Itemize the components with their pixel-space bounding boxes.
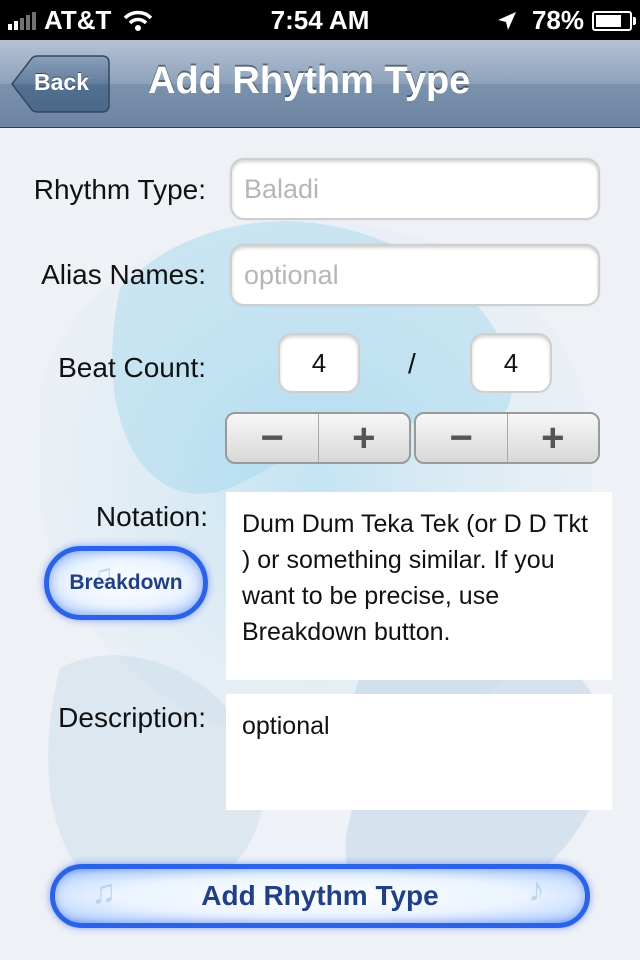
description-textarea[interactable]: optional — [226, 694, 612, 810]
rhythm-type-input[interactable] — [232, 160, 598, 218]
beat-count-denominator[interactable]: 4 — [470, 333, 552, 393]
back-button-label: Back — [34, 69, 89, 95]
notation-label: Notation: — [95, 501, 208, 532]
alias-names-field — [230, 244, 600, 306]
rhythm-type-field — [230, 158, 600, 220]
breakdown-button-label: Breakdown — [69, 571, 183, 594]
music-note-icon: ♪ — [528, 871, 545, 909]
add-rhythm-form: Rhythm Type: Alias Names: Beat Count: 4 … — [0, 128, 640, 960]
add-rhythm-type-button[interactable]: ♫ ♪ Add Rhythm Type — [50, 864, 590, 928]
location-arrow-icon — [497, 11, 516, 30]
navigation-bar: Back Add Rhythm Type — [0, 40, 640, 128]
numerator-stepper: − + — [225, 412, 411, 464]
battery-percent: 78% — [531, 5, 584, 35]
alias-names-label: Alias Names: — [41, 259, 206, 290]
denominator-increment-button[interactable]: + — [506, 414, 599, 462]
music-note-icon: ♫ — [91, 873, 117, 911]
back-button[interactable]: Back — [10, 55, 110, 113]
notation-textarea[interactable]: Dum Dum Teka Tek (or D D Tkt ) or someth… — [226, 492, 612, 680]
description-label: Description: — [58, 702, 206, 733]
add-rhythm-type-button-label: Add Rhythm Type — [201, 880, 439, 911]
battery-icon — [592, 10, 636, 31]
status-bar: AT&T 7:54 AM 78% — [0, 0, 640, 40]
status-right: 78% — [496, 5, 636, 36]
numerator-decrement-button[interactable]: − — [227, 414, 318, 462]
alias-names-input[interactable] — [232, 246, 598, 304]
beat-count-label: Beat Count: — [58, 352, 206, 383]
page-title: Add Rhythm Type — [148, 60, 471, 102]
beat-count-separator: / — [408, 348, 416, 379]
rhythm-type-label: Rhythm Type: — [33, 174, 206, 205]
numerator-increment-button[interactable]: + — [317, 414, 410, 462]
beat-count-numerator[interactable]: 4 — [278, 333, 360, 393]
denominator-decrement-button[interactable]: − — [416, 414, 507, 462]
breakdown-button[interactable]: ♫ Breakdown — [44, 546, 208, 620]
denominator-stepper: − + — [414, 412, 600, 464]
